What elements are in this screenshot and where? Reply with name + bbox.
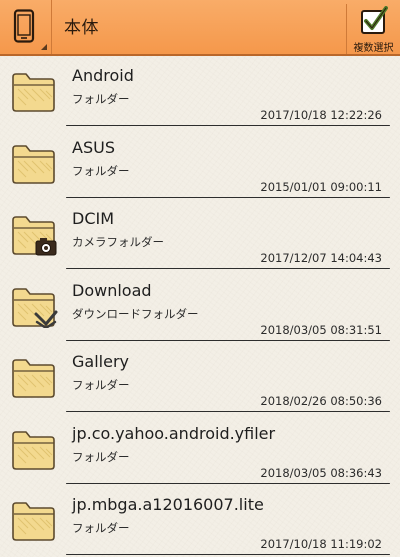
folder-icon xyxy=(12,144,55,184)
file-date: 2018/03/05 08:36:43 xyxy=(260,465,382,480)
file-date: 2018/03/05 08:31:51 xyxy=(260,322,382,337)
folder-icon xyxy=(12,502,55,541)
file-name: Download xyxy=(72,280,152,300)
file-list: Android フォルダー 2017/10/18 12:22:26 ASUS フ… xyxy=(0,56,400,557)
multi-select-button[interactable]: 複数選択 xyxy=(346,4,400,54)
file-date: 2018/02/26 08:50:36 xyxy=(260,394,382,408)
smartphone-icon xyxy=(13,9,35,43)
row-divider xyxy=(66,411,390,412)
file-name: jp.mbga.a12016007.lite xyxy=(72,495,264,514)
folder-icon xyxy=(12,73,55,112)
file-date: 2015/01/01 09:00:11 xyxy=(260,179,382,194)
folder-icon xyxy=(12,430,55,470)
file-name: jp.co.yahoo.android.yfiler xyxy=(72,423,276,443)
file-row[interactable]: jp.mbga.a12016007.lite フォルダー 2017/10/18 … xyxy=(0,485,400,557)
file-date: 2017/10/18 11:19:02 xyxy=(260,537,382,551)
file-date: 2017/10/18 12:22:26 xyxy=(260,108,382,122)
folder-icon xyxy=(12,287,58,328)
file-row[interactable]: Android フォルダー 2017/10/18 12:22:26 xyxy=(0,56,400,128)
file-row[interactable]: DCIM カメラフォルダー 2017/12/07 14:04:43 xyxy=(0,199,400,271)
file-name: Gallery xyxy=(72,352,129,371)
file-type: フォルダー xyxy=(72,378,130,392)
file-name: DCIM xyxy=(72,209,115,228)
dropdown-indicator xyxy=(41,44,47,50)
file-type: フォルダー xyxy=(72,449,130,464)
file-name: Android xyxy=(72,66,134,85)
folder-icon xyxy=(12,359,55,398)
row-divider xyxy=(66,482,390,484)
folder-icon xyxy=(12,216,57,256)
file-type: カメラフォルダー xyxy=(72,235,164,249)
app-bar: 本体 複数選択 xyxy=(0,0,400,56)
row-divider xyxy=(66,268,390,269)
multi-select-label: 複数選択 xyxy=(353,43,394,54)
file-row[interactable]: Gallery フォルダー 2018/02/26 08:50:36 xyxy=(0,342,400,414)
file-row[interactable]: jp.co.yahoo.android.yfiler フォルダー 2018/03… xyxy=(0,414,400,486)
file-row[interactable]: ASUS フォルダー 2015/01/01 09:00:11 xyxy=(0,128,400,200)
storage-selector-button[interactable] xyxy=(0,0,52,54)
row-divider xyxy=(66,554,390,555)
file-date: 2017/12/07 14:04:43 xyxy=(260,251,382,265)
file-type: フォルダー xyxy=(72,92,130,106)
file-row[interactable]: Download ダウンロードフォルダー 2018/03/05 08:31:51 xyxy=(0,271,400,343)
file-type: フォルダー xyxy=(72,521,130,535)
file-type: ダウンロードフォルダー xyxy=(72,306,199,321)
row-divider xyxy=(66,339,390,341)
file-name: ASUS xyxy=(72,137,115,157)
page-title: 本体 xyxy=(64,18,99,38)
camera-icon xyxy=(35,238,57,256)
row-divider xyxy=(66,125,390,126)
file-type: フォルダー xyxy=(72,163,130,178)
row-divider xyxy=(66,196,390,198)
checkbox-icon xyxy=(361,6,388,34)
